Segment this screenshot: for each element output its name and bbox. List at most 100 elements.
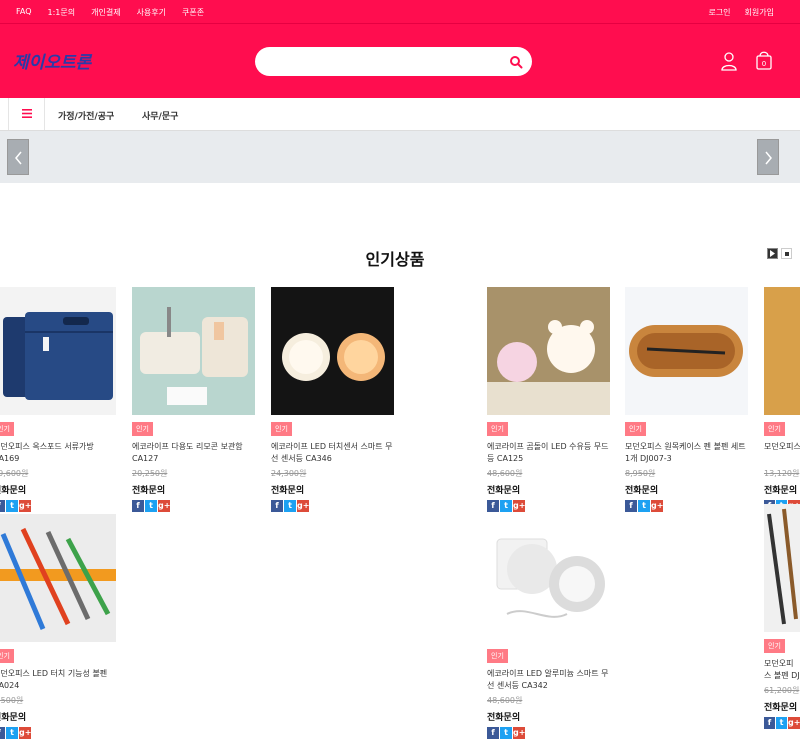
facebook-icon[interactable]: f — [487, 500, 499, 512]
product-price: 19,600원 — [0, 469, 29, 478]
product-price: 24,300원 — [271, 469, 307, 478]
reviews-link[interactable]: 사용후기 — [137, 7, 166, 18]
user-icon[interactable] — [720, 51, 738, 71]
facebook-icon[interactable]: f — [625, 500, 637, 512]
product-name[interactable]: 에코라이프 LED 터치센서 스마트 무선 센서등 CA346 — [271, 441, 395, 465]
product-price: 20,250원 — [132, 469, 168, 478]
inquiry-link[interactable]: 1:1문의 — [48, 7, 76, 18]
google-plus-icon[interactable]: g+ — [297, 500, 309, 512]
product-card[interactable]: 인기 에코라이프 LED 터치센서 스마트 무선 센서등 CA346 24,30… — [271, 287, 395, 512]
twitter-icon[interactable]: t — [500, 500, 512, 512]
search-icon[interactable] — [509, 55, 523, 69]
product-name[interactable]: 모던오피스 LED 터치 기능성 볼펜 CA024 — [0, 668, 117, 692]
faq-link[interactable]: FAQ — [16, 7, 32, 18]
product-name[interactable]: 모던오피스 원목케이스 펜 볼펜 세트 1개 DJ007-3 — [625, 441, 749, 465]
product-image[interactable] — [271, 287, 394, 415]
play-icon — [770, 250, 775, 257]
product-name[interactable]: 모던오피스 볼펜 DJ — [764, 658, 800, 682]
popular-badge: 인기 — [764, 422, 785, 436]
product-card[interactable]: 인기 모던오피스 옥스포드 서류가방 CA169 19,600원 전화문의 ft… — [0, 287, 117, 512]
popular-badge: 인기 — [487, 649, 508, 663]
google-plus-icon[interactable]: g+ — [19, 500, 31, 512]
google-plus-icon[interactable]: g+ — [651, 500, 663, 512]
product-card[interactable]: 인기 모던오피스 LED 터치 기능성 볼펜 CA024 4,500원 전화문의… — [0, 514, 117, 739]
popular-badge: 인기 — [625, 422, 646, 436]
product-image[interactable] — [625, 287, 748, 415]
phone-inquiry: 전화문의 — [764, 703, 798, 713]
site-header: 제이오트론 0 — [0, 24, 800, 98]
facebook-icon[interactable]: f — [271, 500, 283, 512]
site-logo[interactable]: 제이오트론 — [13, 50, 103, 74]
logo-text: 제이오트론 — [13, 53, 93, 73]
google-plus-icon[interactable]: g+ — [513, 727, 525, 739]
popular-badge: 인기 — [271, 422, 292, 436]
top-links: FAQ 1:1문의 개인결제 사용후기 쿠폰존 — [16, 7, 204, 18]
phone-inquiry: 전화문의 — [625, 486, 659, 496]
google-plus-icon[interactable]: g+ — [513, 500, 525, 512]
phone-inquiry: 전화문의 — [487, 486, 521, 496]
facebook-icon[interactable]: f — [0, 727, 5, 739]
product-price: 48,600원 — [487, 696, 523, 705]
facebook-icon[interactable]: f — [0, 500, 5, 512]
share-buttons: ftg+ — [764, 717, 800, 729]
banner-prev-button[interactable] — [7, 139, 29, 175]
twitter-icon[interactable]: t — [6, 727, 18, 739]
twitter-icon[interactable]: t — [776, 717, 787, 729]
all-categories-button[interactable] — [8, 98, 45, 130]
product-price: 4,500원 — [0, 696, 24, 705]
product-card[interactable]: 인기 에코라이프 곰돌이 LED 수유등 무드등 CA125 48,600원 전… — [487, 287, 611, 512]
chevron-right-icon — [765, 151, 772, 165]
product-card[interactable]: 인기 에코라이프 LED 알루미늄 스마트 무선 센서등 CA342 48,60… — [487, 514, 611, 739]
product-image[interactable] — [132, 287, 255, 415]
chevron-left-icon — [15, 151, 22, 165]
signup-link[interactable]: 회원가입 — [745, 7, 774, 18]
section-title: 인기상품 — [365, 250, 425, 269]
slider-play-button[interactable] — [767, 248, 778, 259]
product-image[interactable] — [0, 287, 116, 415]
twitter-icon[interactable]: t — [6, 500, 18, 512]
product-card[interactable]: 인기 모던오피스 볼펜 DJ 61,200원 전화문의 f t g+ — [764, 504, 800, 729]
product-name[interactable]: 에코라이프 곰돌이 LED 수유등 무드등 CA125 — [487, 441, 611, 465]
coupon-link[interactable]: 쿠폰존 — [182, 7, 204, 18]
twitter-icon[interactable]: t — [500, 727, 512, 739]
google-plus-icon[interactable]: g+ — [19, 727, 31, 739]
twitter-icon[interactable]: t — [638, 500, 650, 512]
product-name[interactable]: 모던오피스 옥스포드 서류가방 CA169 — [0, 441, 117, 465]
phone-inquiry: 전화문의 — [764, 486, 798, 496]
slider-stop-button[interactable] — [781, 248, 792, 259]
product-image[interactable] — [487, 514, 610, 642]
share-buttons: ftg+ — [132, 500, 256, 512]
product-image[interactable] — [764, 504, 800, 632]
personal-payment-link[interactable]: 개인결제 — [91, 7, 120, 18]
nav-item-home-appliances[interactable]: 가정/가전/공구 — [58, 109, 114, 122]
cart-icon[interactable]: 0 — [755, 50, 773, 70]
phone-inquiry: 전화문의 — [132, 486, 166, 496]
twitter-icon[interactable]: t — [284, 500, 296, 512]
product-name[interactable]: 모던오피스 원목 — [764, 441, 800, 465]
facebook-icon[interactable]: f — [487, 727, 499, 739]
google-plus-icon[interactable]: g+ — [788, 717, 800, 729]
facebook-icon[interactable]: f — [764, 717, 775, 729]
facebook-icon[interactable]: f — [132, 500, 144, 512]
product-card[interactable]: 인기 모던오피스 원목 13,120원 전화문의 ftg+ — [764, 287, 800, 512]
product-card[interactable]: 인기 에코라이프 다용도 리모콘 보관함 CA127 20,250원 전화문의 … — [132, 287, 256, 512]
product-name[interactable]: 에코라이프 LED 알루미늄 스마트 무선 센서등 CA342 — [487, 668, 611, 692]
product-price: 61,200원 — [764, 686, 800, 695]
search-box[interactable] — [255, 47, 532, 76]
product-price: 8,950원 — [625, 469, 656, 478]
share-buttons: ftg+ — [0, 727, 117, 739]
product-image[interactable] — [764, 287, 800, 415]
nav-item-office-stationery[interactable]: 사무/문구 — [142, 109, 178, 122]
share-buttons: ftg+ — [271, 500, 395, 512]
hamburger-icon — [22, 109, 32, 118]
banner-next-button[interactable] — [757, 139, 779, 175]
popular-badge: 인기 — [764, 639, 785, 653]
product-image[interactable] — [487, 287, 610, 415]
product-image[interactable] — [0, 514, 116, 642]
product-name[interactable]: 에코라이프 다용도 리모콘 보관함 CA127 — [132, 441, 256, 465]
product-price: 13,120원 — [764, 469, 800, 478]
login-link[interactable]: 로그인 — [708, 7, 730, 18]
product-card[interactable]: 인기 모던오피스 원목케이스 펜 볼펜 세트 1개 DJ007-3 8,950원… — [625, 287, 749, 512]
google-plus-icon[interactable]: g+ — [158, 500, 170, 512]
twitter-icon[interactable]: t — [145, 500, 157, 512]
